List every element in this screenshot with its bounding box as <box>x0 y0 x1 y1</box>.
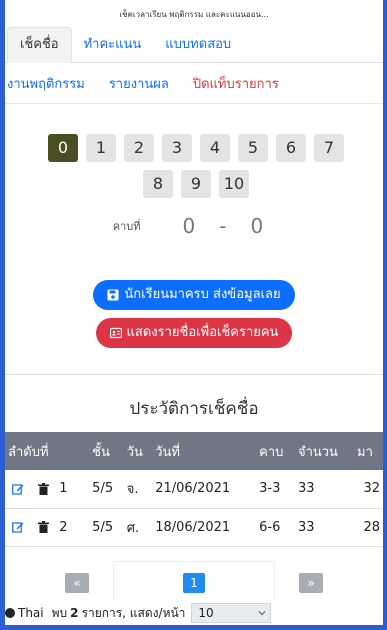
trash-icon[interactable] <box>38 521 50 533</box>
row-period: 6-6 <box>259 519 281 535</box>
row-day: ศ. <box>126 520 140 536</box>
per-page-select[interactable]: 10 <box>191 603 272 623</box>
submit-all-button[interactable]: นักเรียนมาครบ ส่งข้อมูลเลย <box>93 280 295 310</box>
number-button-4[interactable]: 4 <box>200 134 230 162</box>
period-to: 0 <box>250 214 264 238</box>
number-button-3[interactable]: 3 <box>162 134 192 162</box>
number-button-10[interactable]: 10 <box>219 170 249 198</box>
per-page-value: 10 <box>198 606 214 620</box>
found-suffix: รายการ, แสดง/หน้า <box>81 605 186 620</box>
page-box: 1 <box>113 560 275 605</box>
row-no: 2 <box>59 519 68 535</box>
row-actions: 2 <box>5 508 89 546</box>
row-count: 33 <box>297 481 315 497</box>
number-button-8[interactable]: 8 <box>143 170 173 198</box>
tab-score[interactable]: ทำคะแนน <box>72 28 154 62</box>
period-from: 0 <box>182 214 196 238</box>
edit-icon[interactable] <box>12 521 24 533</box>
save-icon <box>107 289 119 301</box>
history-header-row: ลำดับที่ ชั้น วัน วันที่ คาบ จำนวน มา <box>5 432 383 470</box>
main-tabs: เช็คชื่อ ทำคะแนน แบบทดสอบ <box>5 27 383 63</box>
row-present: 32 <box>363 481 380 497</box>
behavior-link[interactable]: งานพฤติกรรม <box>7 73 85 94</box>
divider <box>5 374 383 375</box>
action-buttons: นักเรียนมาครบ ส่งข้อมูลเลย แสดงรายชื่อเพ… <box>5 280 383 356</box>
period-dash: - <box>219 214 227 238</box>
period-number-buttons: 0 1 2 3 4 5 6 7 8 9 10 <box>31 134 361 206</box>
language-label: Thai <box>18 606 44 620</box>
row-actions: 1 <box>5 470 89 508</box>
number-button-7[interactable]: 7 <box>314 134 344 162</box>
trash-icon[interactable] <box>38 482 50 495</box>
row-period: 3-3 <box>259 481 281 497</box>
number-button-9[interactable]: 9 <box>181 170 211 198</box>
number-button-2[interactable]: 2 <box>124 134 154 162</box>
current-page[interactable]: 1 <box>183 572 205 593</box>
submit-all-label: นักเรียนมาครบ ส่งข้อมูลเลย <box>124 287 281 302</box>
pagination: « 1 » <box>5 560 383 605</box>
row-present: 28 <box>363 519 380 535</box>
report-link[interactable]: รายงานผล <box>109 73 169 94</box>
history-title: ประวัติการเช็คชื่อ <box>129 399 259 419</box>
row-class: 5/5 <box>92 481 114 497</box>
found-count: 2 <box>70 606 79 620</box>
tab-quiz[interactable]: แบบทดสอบ <box>153 28 243 62</box>
sub-nav: งานพฤติกรรม รายงานผล ปิดแท็บรายการ <box>5 63 383 104</box>
number-button-0[interactable]: 0 <box>48 134 78 162</box>
footer-bar: Thai พบ 2 รายการ, แสดง/หน้า 10 <box>5 601 383 625</box>
close-tab-link[interactable]: ปิดแท็บรายการ <box>193 73 279 94</box>
history-table: ลำดับที่ ชั้น วัน วันที่ คาบ จำนวน มา 1 … <box>5 432 383 547</box>
found-prefix: พบ <box>51 605 68 620</box>
col-day: วัน <box>126 444 143 460</box>
id-card-icon <box>109 327 122 339</box>
row-date: 18/06/2021 <box>155 519 231 535</box>
number-button-5[interactable]: 5 <box>238 134 268 162</box>
app-frame: เช็คเวลาเรียน พฤติกรรม และคะแนนออน... เช… <box>0 0 387 630</box>
tab-check-name[interactable]: เช็คชื่อ <box>7 27 72 63</box>
number-button-6[interactable]: 6 <box>276 134 306 162</box>
row-date: 21/06/2021 <box>155 481 231 497</box>
col-date: วันที่ <box>155 444 180 460</box>
table-row: 2 5/5 ศ. 18/06/2021 6-6 33 28 <box>5 508 383 546</box>
prev-page-button[interactable]: « <box>65 572 89 593</box>
show-list-label: แสดงรายชื่อเพื่อเช็ครายคน <box>126 325 279 340</box>
period-label: คาบที่ <box>112 220 141 233</box>
number-button-1[interactable]: 1 <box>86 134 116 162</box>
col-present: มา <box>357 444 373 460</box>
row-class: 5/5 <box>92 519 114 535</box>
window-title: เช็คเวลาเรียน พฤติกรรม และคะแนนออน... <box>119 9 269 19</box>
radio-icon[interactable] <box>5 608 15 618</box>
chevron-down-icon <box>258 611 266 616</box>
row-day: จ. <box>126 482 139 498</box>
show-list-button[interactable]: แสดงรายชื่อเพื่อเช็ครายคน <box>95 318 293 348</box>
col-count: จำนวน <box>297 444 338 460</box>
edit-icon[interactable] <box>12 483 24 495</box>
col-class: ชั้น <box>92 444 110 460</box>
period-range: คาบที่ 0 - 0 <box>5 214 383 238</box>
table-row: 1 5/5 จ. 21/06/2021 3-3 33 32 <box>5 470 383 508</box>
col-no: ลำดับที่ <box>8 444 49 460</box>
col-period: คาบ <box>259 444 284 460</box>
row-count: 33 <box>297 519 315 535</box>
next-page-button[interactable]: » <box>299 572 323 593</box>
row-no: 1 <box>59 481 68 497</box>
